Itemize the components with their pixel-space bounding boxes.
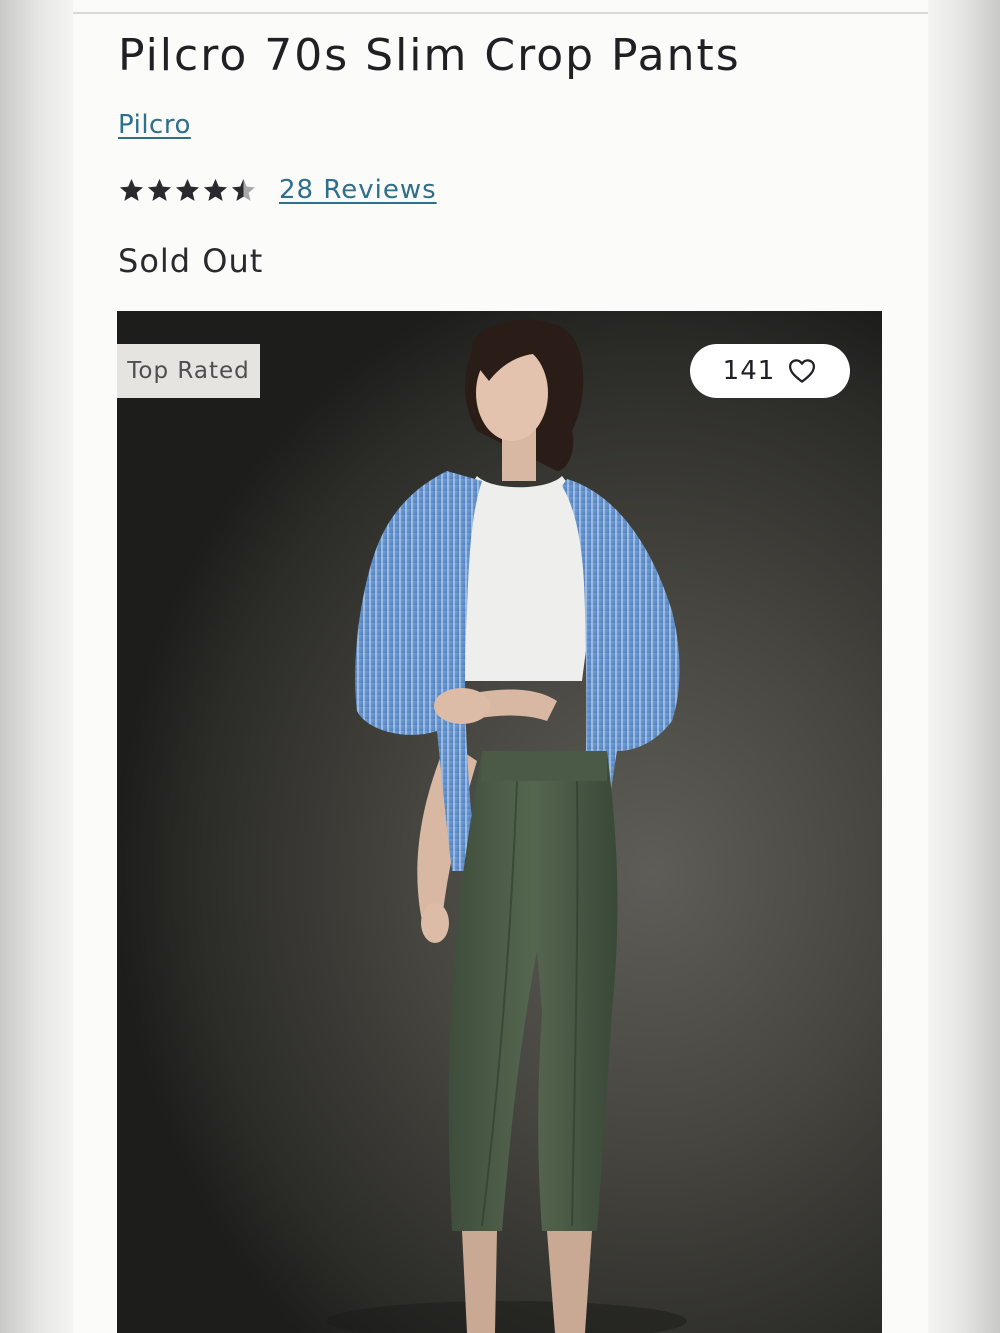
product-title: Pilcro 70s Slim Crop Pants [118,30,741,81]
reviews-link[interactable]: 28 Reviews [279,175,437,205]
wishlist-count: 141 [722,356,776,386]
model-photo [327,319,687,1333]
brand-link[interactable]: Pilcro [118,110,191,140]
rating-row: 28 Reviews [118,170,437,210]
star-icon [120,178,143,201]
product-image[interactable]: Top Rated 141 [117,311,882,1333]
product-page: Pilcro 70s Slim Crop Pants Pilcro 28 Rev… [73,0,928,1333]
star-rating [118,177,257,204]
heart-icon [789,359,816,383]
wishlist-button[interactable]: 141 [690,344,850,398]
divider [73,12,928,14]
star-icon [176,178,199,201]
star-icon [232,178,255,201]
star-icon [204,178,227,201]
star-icon [148,178,171,201]
top-rated-badge: Top Rated [117,344,260,398]
stock-status: Sold Out [118,242,264,280]
